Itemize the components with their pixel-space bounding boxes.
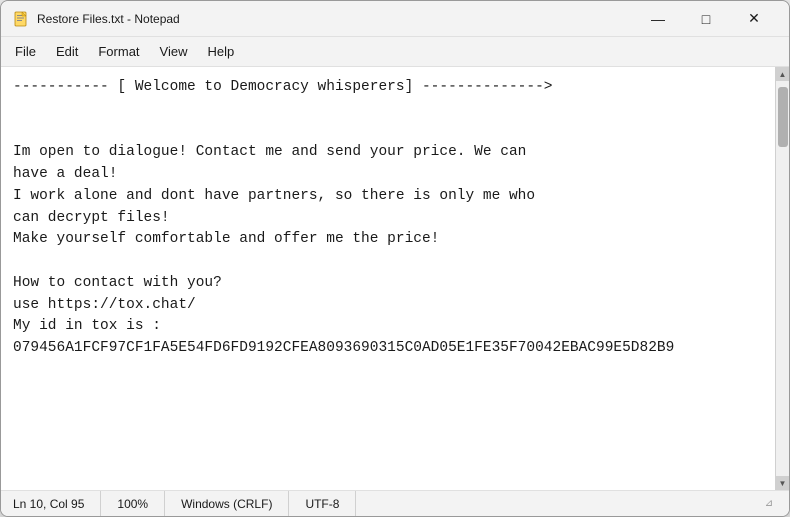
cursor-position: Ln 10, Col 95 [13,491,101,516]
title-bar-left: Restore Files.txt - Notepad [13,11,180,27]
minimize-button[interactable]: — [635,4,681,34]
window-controls: — □ ✕ [635,4,777,34]
line-ending: Windows (CRLF) [165,491,289,516]
window-title: Restore Files.txt - Notepad [37,12,180,26]
scroll-thumb[interactable] [778,87,788,147]
text-editor[interactable]: ----------- [ Welcome to Democracy whisp… [1,67,775,490]
resize-grip: ⊿ [761,496,777,512]
scroll-up-arrow[interactable]: ▲ [776,67,790,81]
zoom-level: 100% [101,491,165,516]
notepad-app-icon [13,11,29,27]
menu-file[interactable]: File [5,40,46,63]
menu-help[interactable]: Help [197,40,244,63]
notepad-window: Restore Files.txt - Notepad — □ ✕ File E… [0,0,790,517]
menu-format[interactable]: Format [88,40,149,63]
vertical-scrollbar: ▲ ▼ [775,67,789,490]
status-bar: Ln 10, Col 95 100% Windows (CRLF) UTF-8 … [1,490,789,516]
scroll-track[interactable] [776,81,789,476]
encoding: UTF-8 [289,491,356,516]
content-area: ----------- [ Welcome to Democracy whisp… [1,67,789,490]
menu-bar: File Edit Format View Help [1,37,789,67]
title-bar: Restore Files.txt - Notepad — □ ✕ [1,1,789,37]
menu-edit[interactable]: Edit [46,40,88,63]
menu-view[interactable]: View [150,40,198,63]
close-button[interactable]: ✕ [731,4,777,34]
maximize-button[interactable]: □ [683,4,729,34]
scroll-down-arrow[interactable]: ▼ [776,476,790,490]
text-area-wrapper: ----------- [ Welcome to Democracy whisp… [1,67,775,490]
